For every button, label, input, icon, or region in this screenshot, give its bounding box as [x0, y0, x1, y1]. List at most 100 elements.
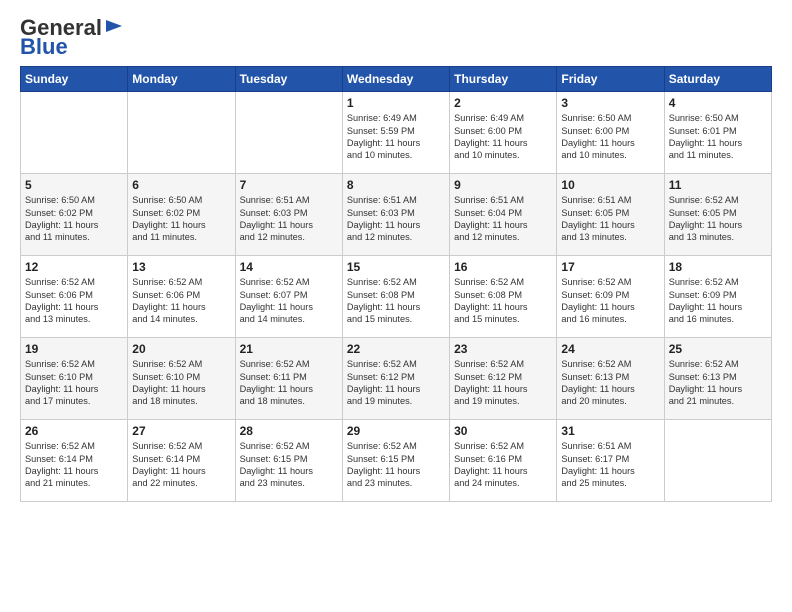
cell-content: Sunrise: 6:52 AM Sunset: 6:10 PM Dayligh… [25, 358, 123, 408]
weekday-header: Friday [557, 67, 664, 92]
calendar-cell: 7 Sunrise: 6:51 AM Sunset: 6:03 PM Daylig… [235, 174, 342, 256]
day-number: 25 [669, 342, 767, 356]
calendar-header: SundayMondayTuesdayWednesdayThursdayFrid… [21, 67, 772, 92]
calendar-cell: 14 Sunrise: 6:52 AM Sunset: 6:07 PM Dayli… [235, 256, 342, 338]
calendar-cell: 1Sunrise: 6:49 AM Sunset: 5:59 PM Daylig… [342, 92, 449, 174]
calendar-cell: 6 Sunrise: 6:50 AM Sunset: 6:02 PM Daylig… [128, 174, 235, 256]
logo-blue-text: Blue [20, 36, 68, 58]
day-number: 3 [561, 96, 659, 110]
calendar-cell [128, 92, 235, 174]
calendar-cell: 3 Sunrise: 6:50 AM Sunset: 6:00 PM Daylig… [557, 92, 664, 174]
day-number: 29 [347, 424, 445, 438]
day-number: 12 [25, 260, 123, 274]
calendar-week-row: 12 Sunrise: 6:52 AM Sunset: 6:06 PM Dayli… [21, 256, 772, 338]
cell-content: Sunrise: 6:51 AM Sunset: 6:05 PM Dayligh… [561, 194, 659, 244]
calendar-cell: 28 Sunrise: 6:52 AM Sunset: 6:15 PM Dayli… [235, 420, 342, 502]
weekday-row: SundayMondayTuesdayWednesdayThursdayFrid… [21, 67, 772, 92]
calendar-cell: 16 Sunrise: 6:52 AM Sunset: 6:08 PM Dayli… [450, 256, 557, 338]
page-header: General Blue [20, 16, 772, 58]
cell-content: Sunrise: 6:52 AM Sunset: 6:11 PM Dayligh… [240, 358, 338, 408]
weekday-header: Thursday [450, 67, 557, 92]
calendar-cell: 11Sunrise: 6:52 AM Sunset: 6:05 PM Dayli… [664, 174, 771, 256]
day-number: 13 [132, 260, 230, 274]
day-number: 26 [25, 424, 123, 438]
calendar-week-row: 5Sunrise: 6:50 AM Sunset: 6:02 PM Daylig… [21, 174, 772, 256]
day-number: 16 [454, 260, 552, 274]
weekday-header: Monday [128, 67, 235, 92]
day-number: 14 [240, 260, 338, 274]
day-number: 20 [132, 342, 230, 356]
calendar-cell: 19 Sunrise: 6:52 AM Sunset: 6:10 PM Dayli… [21, 338, 128, 420]
day-number: 31 [561, 424, 659, 438]
calendar-cell: 18Sunrise: 6:52 AM Sunset: 6:09 PM Dayli… [664, 256, 771, 338]
day-number: 27 [132, 424, 230, 438]
calendar-cell: 5Sunrise: 6:50 AM Sunset: 6:02 PM Daylig… [21, 174, 128, 256]
day-number: 7 [240, 178, 338, 192]
cell-content: Sunrise: 6:49 AM Sunset: 6:00 PM Dayligh… [454, 112, 552, 162]
cell-content: Sunrise: 6:51 AM Sunset: 6:17 PM Dayligh… [561, 440, 659, 490]
day-number: 6 [132, 178, 230, 192]
cell-content: Sunrise: 6:52 AM Sunset: 6:15 PM Dayligh… [240, 440, 338, 490]
calendar-cell: 26 Sunrise: 6:52 AM Sunset: 6:14 PM Dayli… [21, 420, 128, 502]
day-number: 15 [347, 260, 445, 274]
day-number: 2 [454, 96, 552, 110]
day-number: 9 [454, 178, 552, 192]
calendar-cell: 2 Sunrise: 6:49 AM Sunset: 6:00 PM Daylig… [450, 92, 557, 174]
cell-content: Sunrise: 6:52 AM Sunset: 6:07 PM Dayligh… [240, 276, 338, 326]
calendar-cell: 30 Sunrise: 6:52 AM Sunset: 6:16 PM Dayli… [450, 420, 557, 502]
cell-content: Sunrise: 6:50 AM Sunset: 6:00 PM Dayligh… [561, 112, 659, 162]
cell-content: Sunrise: 6:49 AM Sunset: 5:59 PM Dayligh… [347, 112, 445, 162]
cell-content: Sunrise: 6:52 AM Sunset: 6:15 PM Dayligh… [347, 440, 445, 490]
calendar-week-row: 19 Sunrise: 6:52 AM Sunset: 6:10 PM Dayli… [21, 338, 772, 420]
calendar-cell: 21Sunrise: 6:52 AM Sunset: 6:11 PM Dayli… [235, 338, 342, 420]
day-number: 11 [669, 178, 767, 192]
cell-content: Sunrise: 6:50 AM Sunset: 6:02 PM Dayligh… [132, 194, 230, 244]
cell-content: Sunrise: 6:52 AM Sunset: 6:12 PM Dayligh… [347, 358, 445, 408]
calendar-cell: 15 Sunrise: 6:52 AM Sunset: 6:08 PM Dayli… [342, 256, 449, 338]
day-number: 19 [25, 342, 123, 356]
calendar-cell: 8 Sunrise: 6:51 AM Sunset: 6:03 PM Daylig… [342, 174, 449, 256]
cell-content: Sunrise: 6:51 AM Sunset: 6:04 PM Dayligh… [454, 194, 552, 244]
calendar-cell: 27 Sunrise: 6:52 AM Sunset: 6:14 PM Dayli… [128, 420, 235, 502]
cell-content: Sunrise: 6:50 AM Sunset: 6:01 PM Dayligh… [669, 112, 767, 162]
day-number: 8 [347, 178, 445, 192]
weekday-header: Saturday [664, 67, 771, 92]
cell-content: Sunrise: 6:52 AM Sunset: 6:10 PM Dayligh… [132, 358, 230, 408]
cell-content: Sunrise: 6:52 AM Sunset: 6:12 PM Dayligh… [454, 358, 552, 408]
day-number: 28 [240, 424, 338, 438]
calendar-cell: 9 Sunrise: 6:51 AM Sunset: 6:04 PM Daylig… [450, 174, 557, 256]
calendar-cell: 24Sunrise: 6:52 AM Sunset: 6:13 PM Dayli… [557, 338, 664, 420]
cell-content: Sunrise: 6:51 AM Sunset: 6:03 PM Dayligh… [240, 194, 338, 244]
day-number: 30 [454, 424, 552, 438]
logo: General Blue [20, 16, 124, 58]
calendar-cell: 25Sunrise: 6:52 AM Sunset: 6:13 PM Dayli… [664, 338, 771, 420]
calendar-cell: 22Sunrise: 6:52 AM Sunset: 6:12 PM Dayli… [342, 338, 449, 420]
day-number: 24 [561, 342, 659, 356]
calendar-cell: 12Sunrise: 6:52 AM Sunset: 6:06 PM Dayli… [21, 256, 128, 338]
cell-content: Sunrise: 6:51 AM Sunset: 6:03 PM Dayligh… [347, 194, 445, 244]
calendar-cell: 20 Sunrise: 6:52 AM Sunset: 6:10 PM Dayli… [128, 338, 235, 420]
calendar-cell: 4Sunrise: 6:50 AM Sunset: 6:01 PM Daylig… [664, 92, 771, 174]
calendar-cell: 29 Sunrise: 6:52 AM Sunset: 6:15 PM Dayli… [342, 420, 449, 502]
cell-content: Sunrise: 6:52 AM Sunset: 6:14 PM Dayligh… [25, 440, 123, 490]
day-number: 18 [669, 260, 767, 274]
calendar-cell: 17Sunrise: 6:52 AM Sunset: 6:09 PM Dayli… [557, 256, 664, 338]
calendar-cell: 13 Sunrise: 6:52 AM Sunset: 6:06 PM Dayli… [128, 256, 235, 338]
calendar-cell [664, 420, 771, 502]
cell-content: Sunrise: 6:52 AM Sunset: 6:14 PM Dayligh… [132, 440, 230, 490]
calendar-page: General Blue SundayMondayTuesdayWednesda… [0, 0, 792, 612]
day-number: 10 [561, 178, 659, 192]
weekday-header: Sunday [21, 67, 128, 92]
cell-content: Sunrise: 6:52 AM Sunset: 6:16 PM Dayligh… [454, 440, 552, 490]
cell-content: Sunrise: 6:52 AM Sunset: 6:09 PM Dayligh… [561, 276, 659, 326]
calendar-cell: 10 Sunrise: 6:51 AM Sunset: 6:05 PM Dayli… [557, 174, 664, 256]
day-number: 23 [454, 342, 552, 356]
cell-content: Sunrise: 6:52 AM Sunset: 6:08 PM Dayligh… [454, 276, 552, 326]
calendar-week-row: 26 Sunrise: 6:52 AM Sunset: 6:14 PM Dayli… [21, 420, 772, 502]
cell-content: Sunrise: 6:52 AM Sunset: 6:06 PM Dayligh… [132, 276, 230, 326]
cell-content: Sunrise: 6:52 AM Sunset: 6:08 PM Dayligh… [347, 276, 445, 326]
calendar-cell [235, 92, 342, 174]
calendar-cell: 31 Sunrise: 6:51 AM Sunset: 6:17 PM Dayli… [557, 420, 664, 502]
weekday-header: Wednesday [342, 67, 449, 92]
calendar-body: 1Sunrise: 6:49 AM Sunset: 5:59 PM Daylig… [21, 92, 772, 502]
